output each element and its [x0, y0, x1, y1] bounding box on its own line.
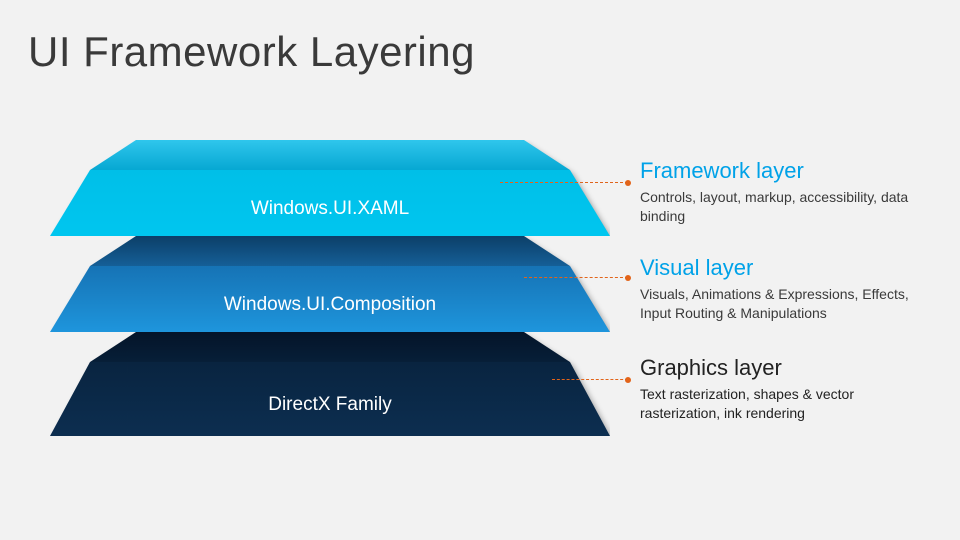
layer-shape-framework [50, 140, 610, 236]
desc-title-visual: Visual layer [640, 255, 930, 281]
desc-title-framework: Framework layer [640, 158, 930, 184]
layer-shape-visual [50, 236, 610, 332]
desc-graphics: Graphics layer Text rasterization, shape… [640, 355, 930, 423]
page-title: UI Framework Layering [28, 28, 475, 76]
layer-graphics: DirectX Family [50, 332, 610, 436]
desc-body-visual: Visuals, Animations & Expressions, Effec… [640, 285, 930, 323]
layer-framework: Windows.UI.XAML [50, 140, 610, 236]
layer-shape-graphics [50, 332, 610, 436]
layer-label-visual: Windows.UI.Composition [50, 294, 610, 316]
desc-title-graphics: Graphics layer [640, 355, 930, 381]
desc-body-graphics: Text rasterization, shapes & vector rast… [640, 385, 930, 423]
desc-body-framework: Controls, layout, markup, accessibility,… [640, 188, 930, 226]
layer-visual: Windows.UI.Composition [50, 236, 610, 332]
layer-stack: Windows.UI.XAML Windows.UI.Composition [50, 140, 610, 470]
desc-visual: Visual layer Visuals, Animations & Expre… [640, 255, 930, 323]
layer-label-graphics: DirectX Family [50, 394, 610, 416]
desc-framework: Framework layer Controls, layout, markup… [640, 158, 930, 226]
layer-label-framework: Windows.UI.XAML [50, 198, 610, 220]
